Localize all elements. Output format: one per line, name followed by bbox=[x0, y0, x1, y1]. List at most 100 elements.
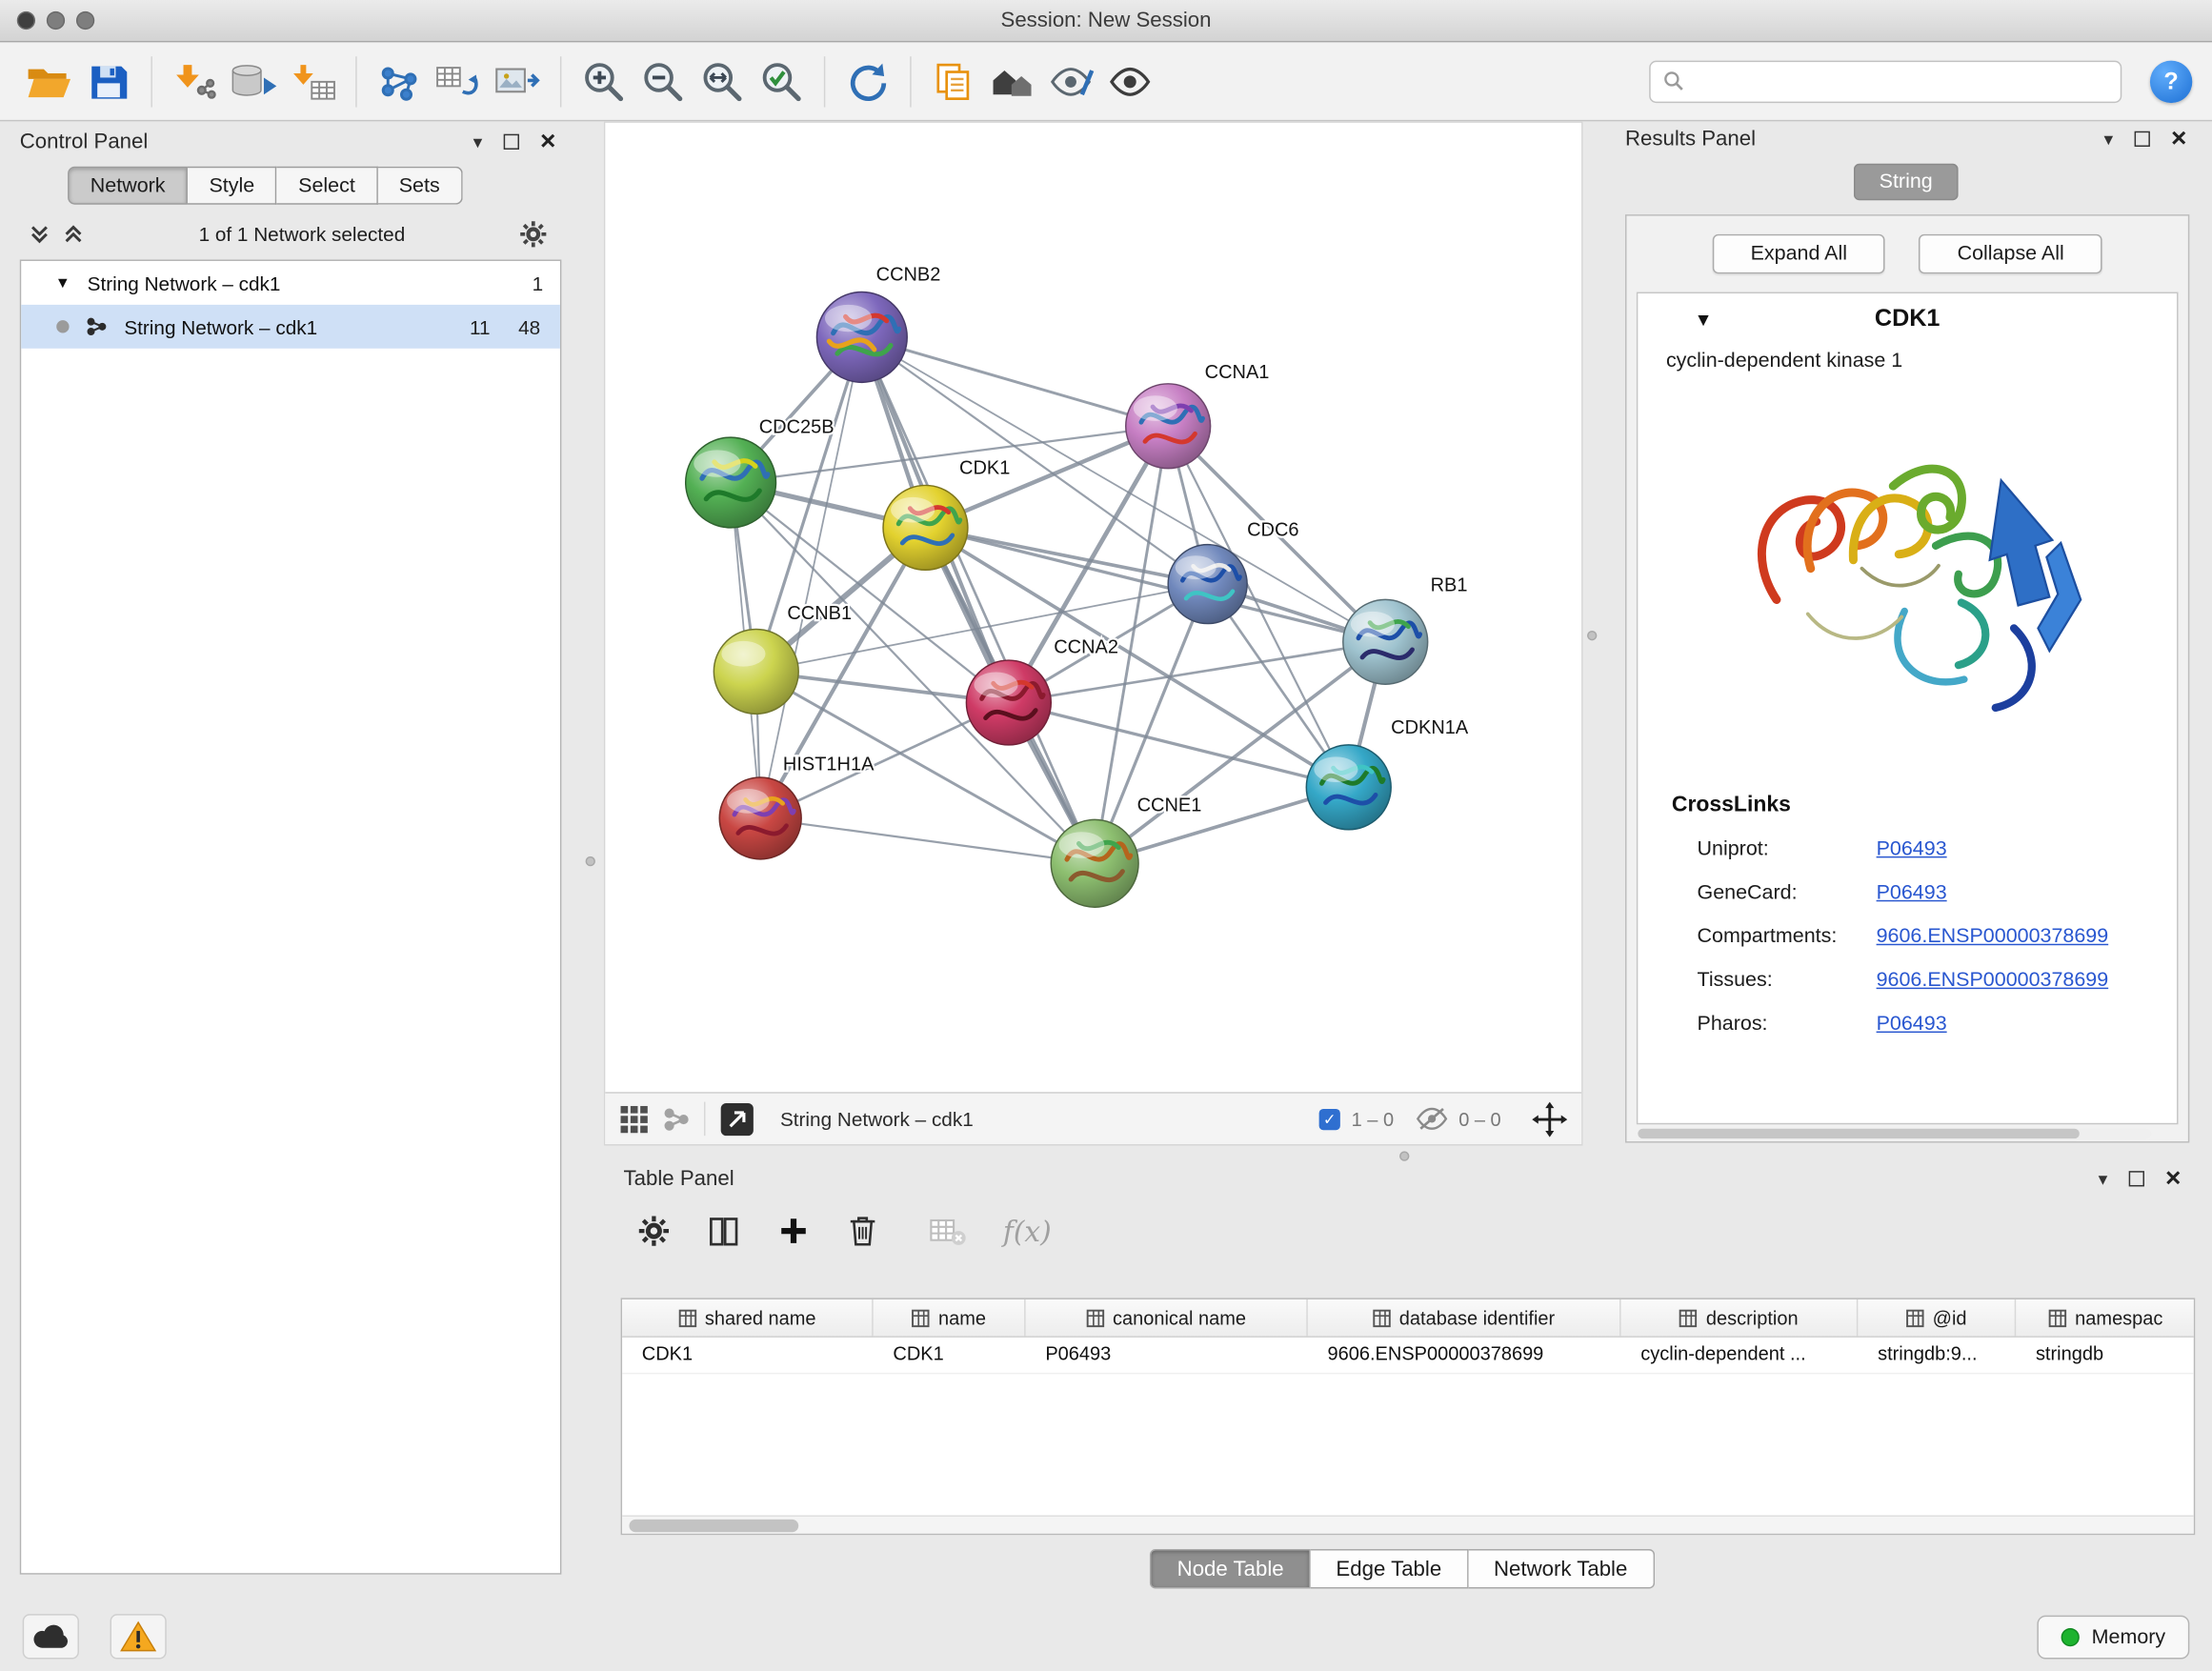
table-panel-close-icon[interactable]: × bbox=[2165, 1164, 2181, 1191]
table-row[interactable]: CDK1CDK1P064939606.ENSP00000378699cyclin… bbox=[622, 1338, 2194, 1375]
grid-view-icon[interactable] bbox=[619, 1104, 649, 1134]
results-horizontal-scrollbar[interactable] bbox=[1638, 1129, 2151, 1138]
application-window: Session: New Session bbox=[0, 0, 2212, 1670]
detach-view-icon[interactable] bbox=[719, 1101, 754, 1137]
network-edge[interactable] bbox=[862, 337, 1095, 863]
collapse-all-button[interactable]: Collapse All bbox=[1920, 234, 2102, 273]
column-header--id[interactable]: @id bbox=[1858, 1299, 2016, 1337]
fit-content-crosshair-icon[interactable] bbox=[1532, 1101, 1567, 1137]
column-header-shared-name[interactable]: shared name bbox=[622, 1299, 874, 1337]
column-header-canonical-name[interactable]: canonical name bbox=[1026, 1299, 1308, 1337]
window-zoom-button[interactable] bbox=[76, 11, 94, 30]
results-panel-close-icon[interactable]: × bbox=[2171, 125, 2186, 151]
import-network-database-button[interactable] bbox=[224, 50, 283, 112]
network-view-share-icon[interactable] bbox=[663, 1105, 690, 1132]
results-panel-maximize-icon[interactable] bbox=[2134, 131, 2149, 146]
birds-eye-view-button[interactable] bbox=[983, 50, 1042, 112]
control-panel-float-icon[interactable]: ▾ bbox=[473, 131, 483, 150]
network-node-hist1h1a[interactable]: HIST1H1A bbox=[719, 755, 875, 859]
zoom-selected-button[interactable] bbox=[752, 50, 811, 112]
expand-all-button[interactable]: Expand All bbox=[1713, 234, 1885, 273]
selected-checkbox-icon[interactable]: ✓ bbox=[1319, 1108, 1340, 1129]
duplicate-document-button[interactable] bbox=[924, 50, 983, 112]
network-row-selected[interactable]: String Network – cdk1 11 48 bbox=[21, 305, 560, 349]
network-edge[interactable] bbox=[760, 818, 1095, 863]
crosslink-link[interactable]: 9606.ENSP00000378699 bbox=[1877, 925, 2109, 948]
network-edge[interactable] bbox=[760, 337, 862, 818]
window-minimize-button[interactable] bbox=[47, 11, 65, 30]
network-node-ccne1[interactable]: CCNE1 bbox=[1051, 795, 1201, 908]
network-node-ccnb2[interactable]: CCNB2 bbox=[816, 265, 940, 383]
table-horizontal-scrollbar[interactable] bbox=[622, 1515, 2194, 1533]
show-annotations-button[interactable] bbox=[1102, 50, 1161, 112]
gene-card-expander-icon[interactable]: ▼ bbox=[1695, 309, 1713, 330]
control-panel-maximize-icon[interactable] bbox=[504, 133, 519, 149]
zoom-out-button[interactable] bbox=[633, 50, 693, 112]
add-column-icon[interactable] bbox=[777, 1215, 810, 1247]
new-network-from-table-button[interactable] bbox=[429, 50, 488, 112]
zoom-in-button[interactable] bbox=[574, 50, 633, 112]
export-image-button[interactable] bbox=[488, 50, 547, 112]
network-collection-row[interactable]: ▼ String Network – cdk1 1 bbox=[21, 261, 560, 305]
eye-icon bbox=[1108, 61, 1156, 100]
import-table-button[interactable] bbox=[284, 50, 343, 112]
collapse-all-icon[interactable] bbox=[29, 223, 51, 246]
network-node-ccna1[interactable]: CCNA1 bbox=[1126, 362, 1270, 469]
column-header-name[interactable]: name bbox=[874, 1299, 1026, 1337]
network-node-rb1[interactable]: RB1 bbox=[1343, 574, 1468, 684]
network-node-cdk1[interactable]: CDK1 bbox=[883, 458, 1010, 571]
expand-all-icon[interactable] bbox=[62, 223, 85, 246]
new-network-button[interactable] bbox=[370, 50, 429, 112]
refresh-layout-button[interactable] bbox=[838, 50, 897, 112]
crosslink-link[interactable]: P06493 bbox=[1877, 837, 1947, 860]
results-panel-float-icon[interactable]: ▾ bbox=[2104, 130, 2114, 148]
tab-select[interactable]: Select bbox=[277, 167, 378, 205]
bottom-splitter-handle[interactable] bbox=[1399, 1151, 1409, 1160]
search-input[interactable] bbox=[1693, 70, 2107, 92]
table-panel-maximize-icon[interactable] bbox=[2129, 1170, 2144, 1185]
save-session-button[interactable] bbox=[79, 50, 138, 112]
column-icon bbox=[1373, 1309, 1391, 1327]
control-panel-close-icon[interactable]: × bbox=[540, 128, 555, 154]
memory-button[interactable]: Memory bbox=[2037, 1616, 2189, 1660]
column-header-database-identifier[interactable]: database identifier bbox=[1308, 1299, 1621, 1337]
hidden-eye-slash-icon[interactable] bbox=[1417, 1108, 1448, 1131]
table-panel-float-icon[interactable]: ▾ bbox=[2099, 1169, 2108, 1187]
import-network-file-button[interactable] bbox=[165, 50, 224, 112]
table-cell: stringdb bbox=[2016, 1338, 2195, 1373]
gene-card-header[interactable]: ▼ CDK1 bbox=[1638, 293, 2177, 344]
scrollbar-thumb[interactable] bbox=[629, 1520, 798, 1532]
tab-style[interactable]: Style bbox=[188, 167, 277, 205]
warnings-button[interactable] bbox=[111, 1614, 167, 1659]
delete-column-trash-icon[interactable] bbox=[847, 1214, 879, 1249]
table-gear-icon[interactable] bbox=[637, 1215, 670, 1247]
tab-network[interactable]: Network bbox=[68, 167, 188, 205]
crosslink-link[interactable]: P06493 bbox=[1877, 1013, 1947, 1036]
column-header-description[interactable]: description bbox=[1621, 1299, 1859, 1337]
window-close-button[interactable] bbox=[17, 11, 35, 30]
string-network-graph[interactable]: CCNB2CCNA1CDC25BCDK1CDC6RB1CCNB1CCNA2CDK… bbox=[605, 123, 1581, 1092]
column-header-namespac[interactable]: namespac bbox=[2016, 1299, 2195, 1337]
help-button[interactable]: ? bbox=[2150, 60, 2192, 102]
tab-sets[interactable]: Sets bbox=[378, 167, 463, 205]
tab-edge-table[interactable]: Edge Table bbox=[1311, 1549, 1469, 1588]
tab-node-table[interactable]: Node Table bbox=[1151, 1549, 1311, 1588]
crosslink-link[interactable]: P06493 bbox=[1877, 881, 1947, 904]
cloud-status-button[interactable] bbox=[23, 1614, 79, 1659]
left-splitter-handle[interactable] bbox=[586, 856, 595, 866]
search-box[interactable] bbox=[1649, 60, 2122, 102]
expander-icon[interactable]: ▼ bbox=[55, 274, 70, 292]
zoom-fit-button[interactable] bbox=[693, 50, 752, 112]
network-canvas[interactable]: CCNB2CCNA1CDC25BCDK1CDC6RB1CCNB1CCNA2CDK… bbox=[605, 123, 1581, 1092]
crosslink-link[interactable]: 9606.ENSP00000378699 bbox=[1877, 969, 2109, 992]
show-columns-icon[interactable] bbox=[707, 1214, 741, 1248]
open-session-button[interactable] bbox=[20, 50, 79, 112]
tab-network-table[interactable]: Network Table bbox=[1468, 1549, 1654, 1588]
tab-string[interactable]: String bbox=[1854, 164, 1958, 201]
hide-annotations-button[interactable] bbox=[1042, 50, 1101, 112]
right-splitter-handle[interactable] bbox=[1587, 631, 1597, 640]
network-edge[interactable] bbox=[862, 337, 1168, 426]
gear-icon[interactable] bbox=[519, 220, 548, 249]
network-node-cdkn1a[interactable]: CDKN1A bbox=[1306, 717, 1469, 830]
node-label-ccna1: CCNA1 bbox=[1205, 362, 1270, 383]
